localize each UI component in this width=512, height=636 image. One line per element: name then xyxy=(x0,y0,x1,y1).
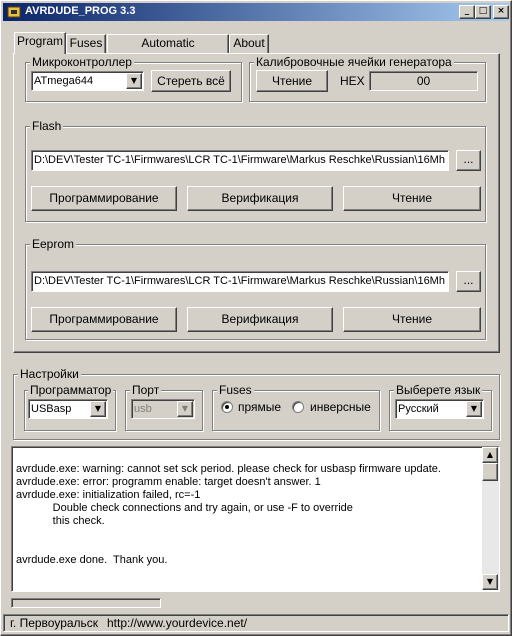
erase-all-button[interactable]: Стереть всё xyxy=(151,70,231,92)
close-button[interactable]: × xyxy=(493,5,509,19)
log-scrollbar[interactable]: ▲ ▼ xyxy=(482,447,499,590)
fuses-inverse-radio[interactable] xyxy=(292,401,304,413)
programmer-value: USBasp xyxy=(31,403,72,415)
progress-bar xyxy=(11,598,161,608)
mcu-dropdown-arrow[interactable]: ▼ xyxy=(126,73,142,89)
settings-legend: Настройки xyxy=(18,367,81,381)
status-city: г. Первоуральск xyxy=(10,616,99,630)
port-value: usb xyxy=(134,403,152,415)
maximize-button[interactable]: □ xyxy=(475,5,491,19)
log-line: avrdude.exe: error: programm enable: tar… xyxy=(16,476,321,488)
language-dropdown-arrow[interactable]: ▼ xyxy=(466,401,482,417)
title-bar[interactable]: AVRDUDE_PROG 3.3 _ □ × xyxy=(3,3,509,21)
minimize-button[interactable]: _ xyxy=(459,5,475,19)
scroll-up-icon[interactable]: ▲ xyxy=(482,447,498,463)
tab-fuses[interactable]: Fuses xyxy=(66,34,106,53)
port-legend: Порт xyxy=(130,383,162,397)
status-bar: г. Первоуральск http://www.yourdevice.ne… xyxy=(3,614,509,632)
eeprom-browse-button[interactable]: ... xyxy=(456,271,481,292)
log-line: Double check connections and try again, … xyxy=(16,502,353,514)
hex-value-field: 00 xyxy=(369,71,478,91)
flash-path-value: D:\DEV\Tester TC-1\Firmwares\LCR TC-1\Fi… xyxy=(34,154,445,166)
log-line: this check. xyxy=(16,515,105,527)
flash-browse-button[interactable]: ... xyxy=(456,150,481,171)
tab-program[interactable]: Program xyxy=(14,32,66,54)
flash-program-button[interactable]: Программирование xyxy=(31,186,177,211)
hex-value: 00 xyxy=(416,74,431,88)
mcu-value: ATmega644 xyxy=(34,75,94,87)
tab-about[interactable]: About xyxy=(229,34,269,53)
eeprom-read-button[interactable]: Чтение xyxy=(343,307,481,332)
eeprom-path-value: D:\DEV\Tester TC-1\Firmwares\LCR TC-1\Fi… xyxy=(34,275,445,287)
tab-automatic-programming[interactable]: Automatic programming xyxy=(107,34,229,67)
app-icon xyxy=(7,6,21,18)
fuses-legend: Fuses xyxy=(217,383,254,397)
language-legend: Выберете язык xyxy=(394,383,483,397)
flash-verify-button[interactable]: Верификация xyxy=(187,186,333,211)
log-line: avrdude.exe: warning: cannot set sck per… xyxy=(16,463,441,475)
eeprom-program-button[interactable]: Программирование xyxy=(31,307,177,332)
hex-label: HEX xyxy=(340,74,365,88)
window-title: AVRDUDE_PROG 3.3 xyxy=(25,5,136,17)
calibration-read-button[interactable]: Чтение xyxy=(256,70,328,92)
calibration-legend: Калибровочные ячейки генератора xyxy=(254,55,454,69)
language-value: Русский xyxy=(398,403,439,415)
flash-path-input[interactable]: D:\DEV\Tester TC-1\Firmwares\LCR TC-1\Fi… xyxy=(31,150,449,171)
fuses-direct-label[interactable]: прямые xyxy=(238,400,281,414)
scroll-down-icon[interactable]: ▼ xyxy=(482,574,498,590)
flash-read-button[interactable]: Чтение xyxy=(343,186,481,211)
log-output[interactable]: avrdude.exe: warning: cannot set sck per… xyxy=(11,446,500,592)
programmer-legend: Программатор xyxy=(28,383,114,397)
fuses-direct-radio[interactable] xyxy=(221,401,233,413)
port-dropdown-arrow[interactable]: ▼ xyxy=(177,401,193,417)
log-line: avrdude.exe: initialization failed, rc=-… xyxy=(16,489,201,501)
fuses-inverse-label[interactable]: инверсные xyxy=(310,400,371,414)
programmer-dropdown-arrow[interactable]: ▼ xyxy=(90,401,106,417)
eeprom-legend: Eeprom xyxy=(30,237,77,251)
radio-dot-icon xyxy=(225,405,229,409)
mcu-legend: Микроконтроллер xyxy=(30,55,134,69)
eeprom-path-input[interactable]: D:\DEV\Tester TC-1\Firmwares\LCR TC-1\Fi… xyxy=(31,271,449,292)
eeprom-verify-button[interactable]: Верификация xyxy=(187,307,333,332)
log-line: avrdude.exe done. Thank you. xyxy=(16,554,168,566)
scroll-thumb[interactable] xyxy=(482,463,498,481)
flash-legend: Flash xyxy=(30,119,64,133)
status-url[interactable]: http://www.yourdevice.net/ xyxy=(107,616,247,630)
